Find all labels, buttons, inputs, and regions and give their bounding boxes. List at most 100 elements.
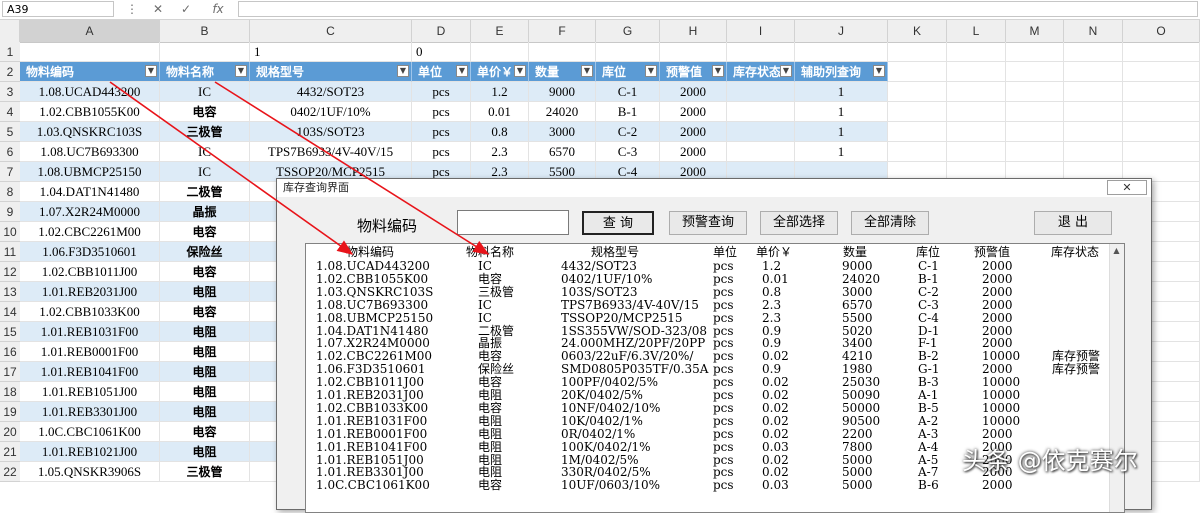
- table-cell[interactable]: 1.01.REB1031F00: [20, 322, 160, 342]
- column-header-D[interactable]: D: [412, 20, 471, 42]
- material-code-input[interactable]: [457, 210, 569, 235]
- cell[interactable]: [888, 62, 947, 82]
- table-cell[interactable]: 1.2: [471, 82, 529, 102]
- table-cell[interactable]: 1.0C.CBC1061K00: [20, 422, 160, 442]
- cell[interactable]: [795, 42, 888, 62]
- table-cell[interactable]: [727, 142, 795, 162]
- cell[interactable]: [471, 42, 529, 62]
- cell[interactable]: [596, 42, 660, 62]
- table-cell[interactable]: 0.8: [471, 122, 529, 142]
- row-header-1[interactable]: 1: [0, 42, 20, 62]
- filter-dropdown-icon[interactable]: ▼: [145, 65, 157, 77]
- filter-dropdown-icon[interactable]: ▼: [645, 65, 657, 77]
- cancel-icon[interactable]: ✕: [150, 1, 166, 17]
- row-header-6[interactable]: 6: [0, 142, 20, 162]
- table-cell[interactable]: 1: [795, 82, 888, 102]
- column-header-C[interactable]: C: [250, 20, 412, 42]
- cell[interactable]: [947, 62, 1006, 82]
- table-cell[interactable]: 2000: [660, 142, 727, 162]
- cell[interactable]: [660, 42, 727, 62]
- column-header-M[interactable]: M: [1006, 20, 1064, 42]
- column-header-B[interactable]: B: [160, 20, 250, 42]
- table-cell[interactable]: 0402/1UF/10%: [250, 102, 412, 122]
- table-cell[interactable]: 1.06.F3D3510601: [20, 242, 160, 262]
- list-item[interactable]: 1.08.UBMCP25150 IC TSSOP20/MCP2515 pcs 2.3 55…: [306, 312, 1112, 324]
- dropdown-icon[interactable]: ⋮: [124, 1, 140, 17]
- cell[interactable]: [947, 102, 1006, 122]
- column-header-O[interactable]: O: [1123, 20, 1200, 42]
- list-item[interactable]: 1.06.F3D3510601 保险丝 SMD0805P035TF/0.35A pcs…: [306, 363, 1112, 375]
- table-cell[interactable]: 0.01: [471, 102, 529, 122]
- table-header-10[interactable]: 辅助列查询 ▼: [795, 62, 888, 82]
- table-header-6[interactable]: 数量 ▼: [529, 62, 596, 82]
- list-item[interactable]: 1.01.REB1031F00 电阻 10K/0402/1% pcs 0.02 90500…: [306, 415, 1112, 427]
- table-cell[interactable]: 电阻: [160, 342, 250, 362]
- column-header-G[interactable]: G: [596, 20, 660, 42]
- cell[interactable]: [888, 122, 947, 142]
- cell[interactable]: [947, 42, 1006, 62]
- row-header-7[interactable]: 7: [0, 162, 20, 182]
- cell[interactable]: [1006, 122, 1064, 142]
- cell[interactable]: 0: [412, 42, 471, 62]
- cell[interactable]: [20, 42, 160, 62]
- cell[interactable]: [1006, 82, 1064, 102]
- table-cell[interactable]: 24020: [529, 102, 596, 122]
- cell[interactable]: [1123, 82, 1200, 102]
- cell[interactable]: [1123, 42, 1200, 62]
- cell[interactable]: [160, 42, 250, 62]
- cell[interactable]: [1006, 102, 1064, 122]
- column-header-J[interactable]: J: [795, 20, 888, 42]
- row-header-5[interactable]: 5: [0, 122, 20, 142]
- clear-all-button[interactable]: 全部清除: [851, 211, 929, 235]
- formula-input[interactable]: [238, 1, 1198, 17]
- table-cell[interactable]: 电容: [160, 422, 250, 442]
- cell[interactable]: [1064, 42, 1123, 62]
- filter-dropdown-icon[interactable]: ▼: [712, 65, 724, 77]
- table-cell[interactable]: B-1: [596, 102, 660, 122]
- table-cell[interactable]: 4432/SOT23: [250, 82, 412, 102]
- table-cell[interactable]: [727, 122, 795, 142]
- table-header-7[interactable]: 库位 ▼: [596, 62, 660, 82]
- table-cell[interactable]: 1.02.CBB1011J00: [20, 262, 160, 282]
- cell[interactable]: [529, 42, 596, 62]
- table-cell[interactable]: 1.01.REB3301J00: [20, 402, 160, 422]
- table-cell[interactable]: 二极管: [160, 182, 250, 202]
- column-header-I[interactable]: I: [727, 20, 795, 42]
- cell[interactable]: [1064, 62, 1123, 82]
- row-header-21[interactable]: 21: [0, 442, 20, 462]
- cell[interactable]: [1006, 62, 1064, 82]
- table-cell[interactable]: pcs: [412, 82, 471, 102]
- filter-dropdown-icon[interactable]: ▼: [514, 65, 526, 77]
- table-cell[interactable]: 电容: [160, 222, 250, 242]
- cell[interactable]: [947, 82, 1006, 102]
- list-item[interactable]: 1.0C.CBC1061K00 电容 10UF/0603/10% pcs 0.03 500…: [306, 479, 1112, 491]
- column-header-L[interactable]: L: [947, 20, 1006, 42]
- cell[interactable]: [1123, 142, 1200, 162]
- table-cell[interactable]: 1.02.CBB1033K00: [20, 302, 160, 322]
- query-button[interactable]: 查 询: [582, 211, 654, 235]
- list-item[interactable]: 1.01.REB0001F00 电阻 0R/0402/1% pcs 0.02 2200 A-…: [306, 428, 1112, 440]
- list-item[interactable]: 1.08.UC7B693300 IC TPS7B6933/4V-40V/15 pcs 2…: [306, 299, 1112, 311]
- table-cell[interactable]: 电阻: [160, 282, 250, 302]
- select-all-corner[interactable]: [0, 20, 20, 42]
- list-item[interactable]: 1.03.QNSKRC103S 三极管 103S/SOT23 pcs 0.8 3000 C-…: [306, 286, 1112, 298]
- row-header-12[interactable]: 12: [0, 262, 20, 282]
- row-header-3[interactable]: 3: [0, 82, 20, 102]
- table-cell[interactable]: 1.01.REB1021J00: [20, 442, 160, 462]
- table-cell[interactable]: 103S/SOT23: [250, 122, 412, 142]
- cell[interactable]: [947, 142, 1006, 162]
- table-cell[interactable]: IC: [160, 82, 250, 102]
- table-cell[interactable]: 2000: [660, 82, 727, 102]
- table-cell[interactable]: IC: [160, 162, 250, 182]
- list-item[interactable]: 1.02.CBC2261M00 电容 0603/22uF/6.3V/20%/ pcs 0…: [306, 350, 1112, 362]
- warning-query-button[interactable]: 预警查询: [669, 211, 747, 235]
- table-cell[interactable]: 1.03.QNSKRC103S: [20, 122, 160, 142]
- table-cell[interactable]: 1.02.CBC2261M00: [20, 222, 160, 242]
- table-cell[interactable]: 三极管: [160, 462, 250, 482]
- column-header-F[interactable]: F: [529, 20, 596, 42]
- table-cell[interactable]: 2000: [660, 102, 727, 122]
- function-icon[interactable]: fx: [210, 1, 226, 17]
- table-cell[interactable]: 1.01.REB2031J00: [20, 282, 160, 302]
- filter-dropdown-icon[interactable]: ▼: [780, 65, 792, 77]
- confirm-icon[interactable]: ✓: [178, 1, 194, 17]
